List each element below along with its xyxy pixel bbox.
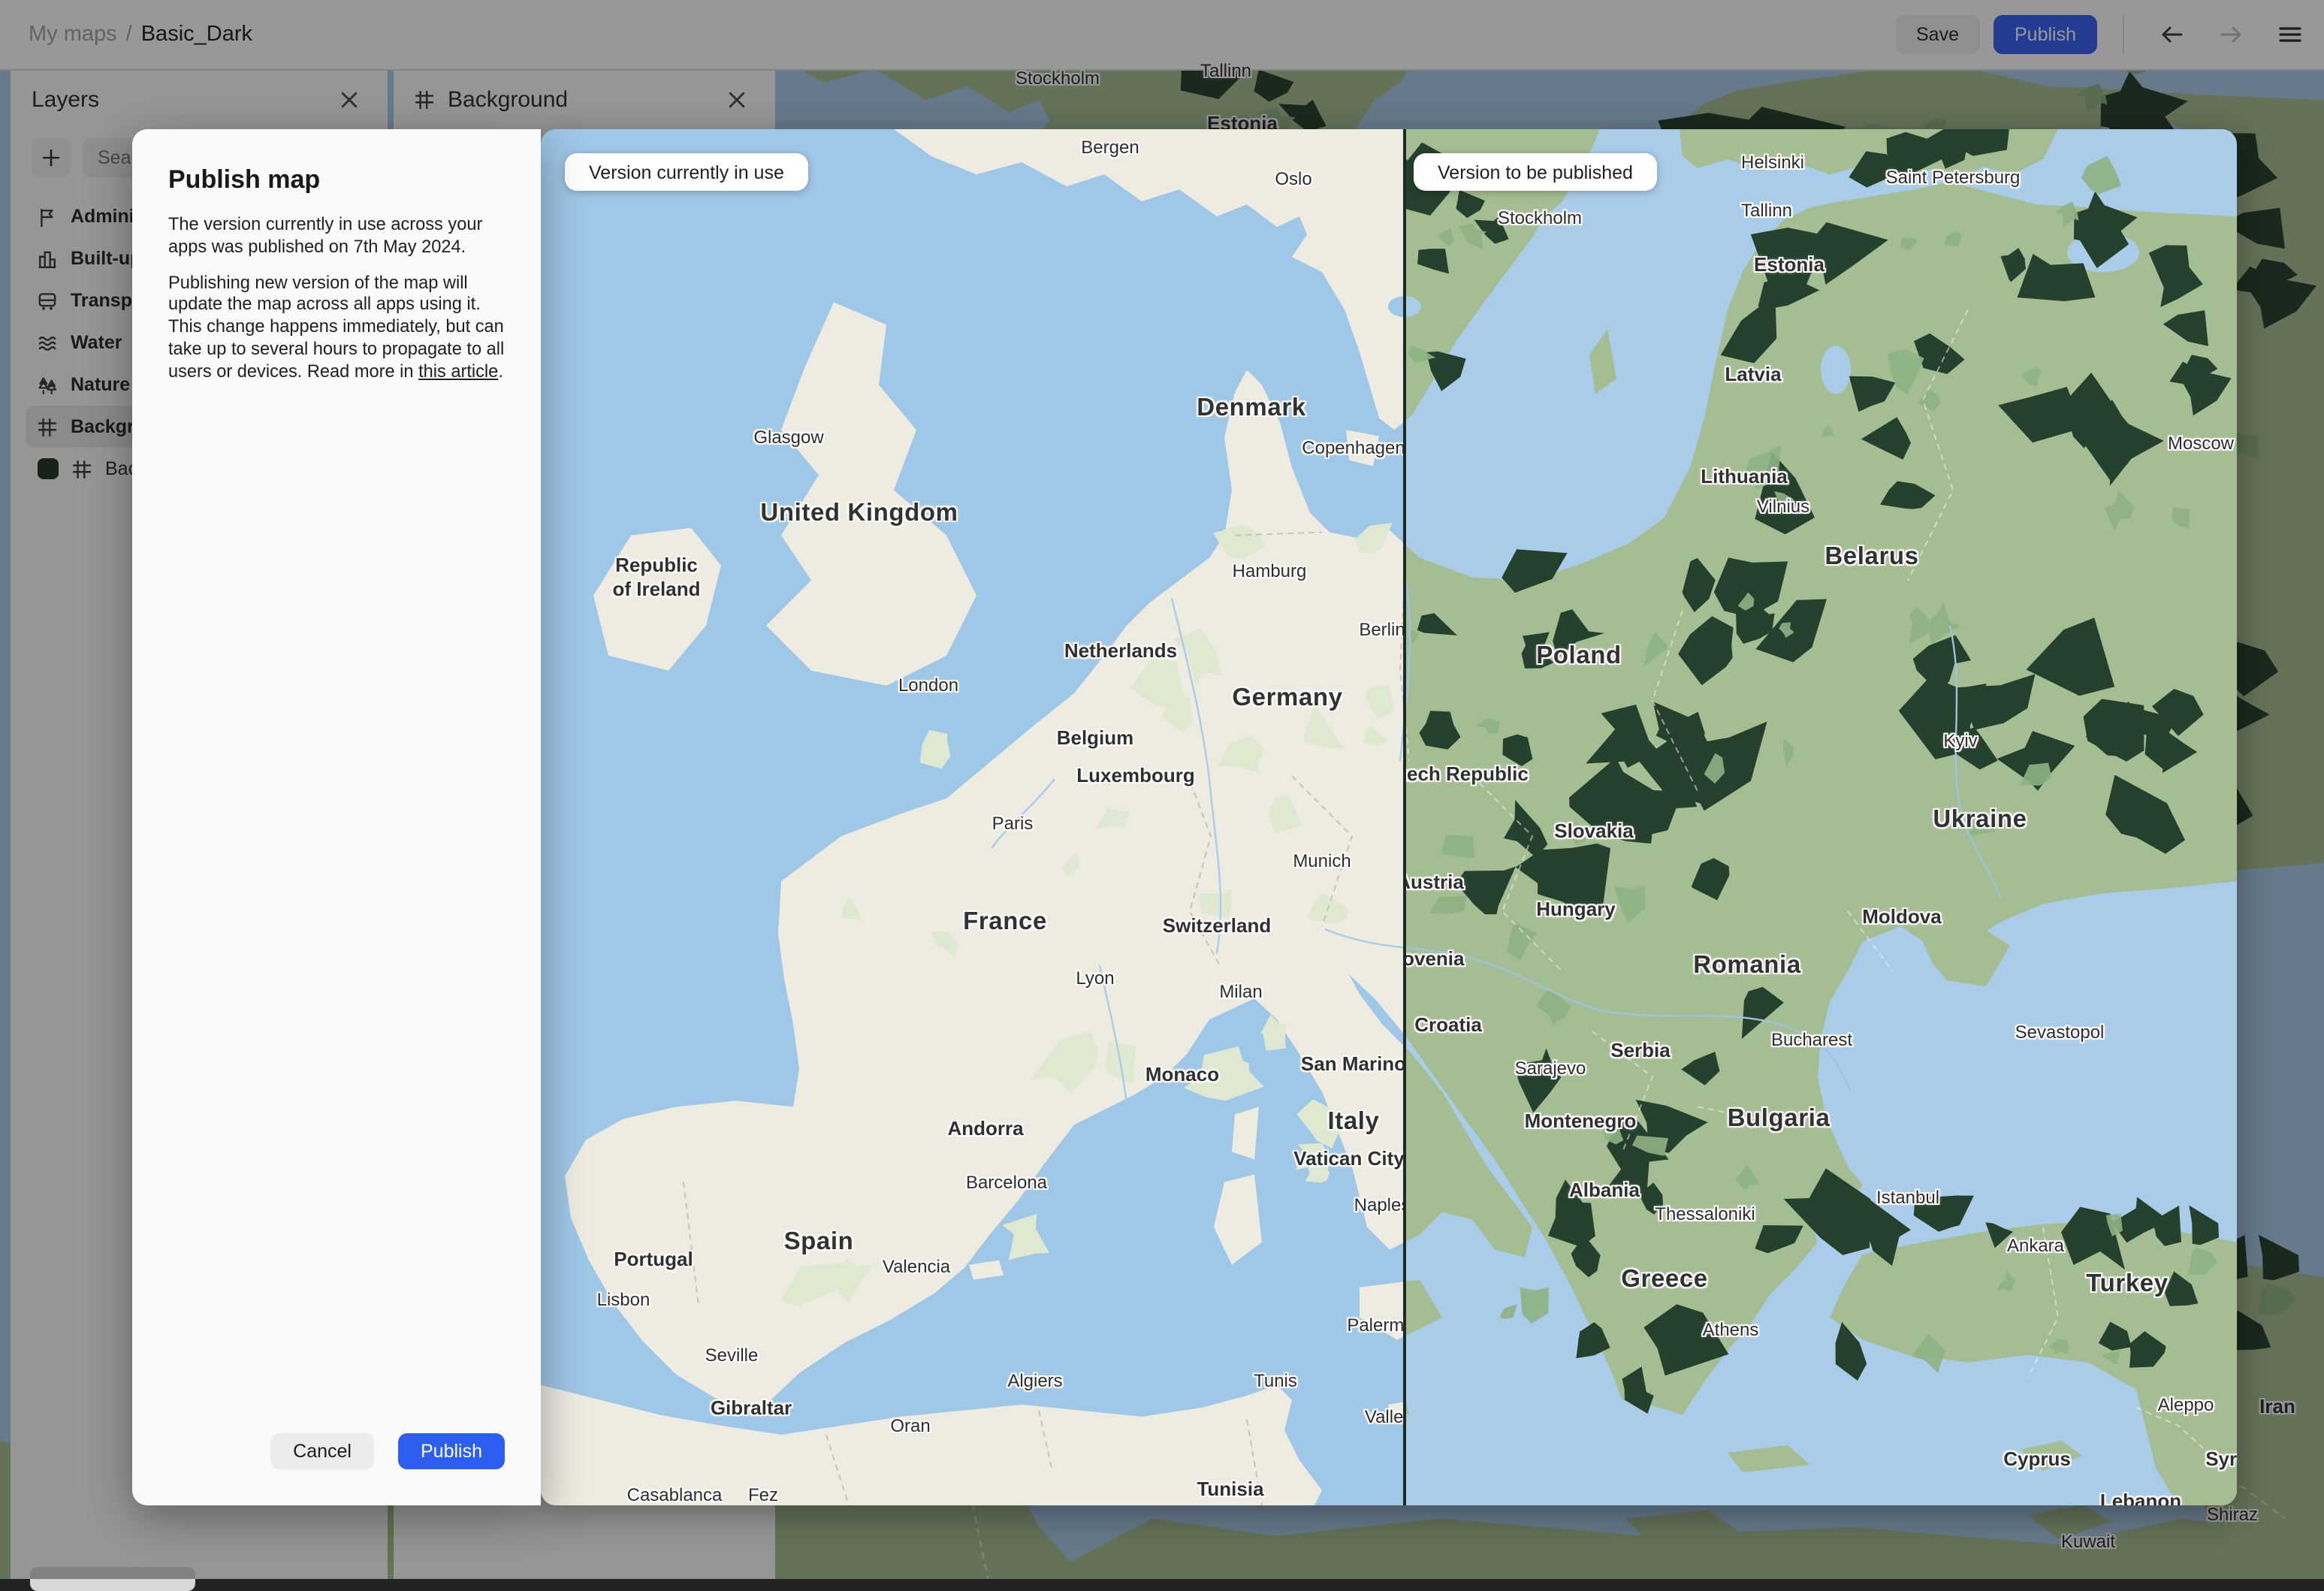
map-label-berlin: Berlin: [1359, 619, 1405, 640]
map-label-latvia: Latvia: [1725, 363, 1782, 385]
map-label-cyprus: Cyprus: [2003, 1448, 2071, 1470]
map-label-belgium: Belgium: [1056, 726, 1134, 749]
map-label-albania: Albania: [1569, 1179, 1640, 1201]
map-label-barcelona: Barcelona: [965, 1172, 1048, 1193]
map-label-lithuania: Lithuania: [1701, 465, 1788, 488]
map-label-seville: Seville: [705, 1345, 759, 1366]
map-label-vatican-city: Vatican City: [1293, 1147, 1405, 1170]
map-label-spain: Spain: [783, 1228, 854, 1255]
map-label-portugal: Portugal: [614, 1248, 693, 1270]
dialog-paragraph-2: Publishing new version of the map will u…: [168, 271, 505, 382]
map-label-moldova: Moldova: [1862, 905, 1942, 928]
map-label-moscow: Moscow: [2167, 433, 2235, 454]
map-label-lisbon: Lisbon: [596, 1289, 650, 1310]
map-label-glasgow: Glasgow: [753, 427, 824, 448]
map-label-serbia: Serbia: [1610, 1039, 1671, 1061]
map-label-bulgaria: Bulgaria: [1727, 1105, 1831, 1132]
map-label-andorra: Andorra: [947, 1117, 1024, 1140]
app-window: Stockholm Tallinn Estonia Iran Shiraz Kuwait …: [0, 0, 2324, 1591]
map-current-version: Bergen Oslo Glasgow United Kingdom Republic o…: [541, 129, 1405, 1505]
map-label-algiers: Algiers: [1007, 1370, 1063, 1391]
map-label-saint-petersburg: Saint Petersburg: [1885, 167, 2021, 188]
compare-divider: [1403, 129, 1406, 1505]
map-label-helsinki: Helsinki: [1740, 152, 1805, 173]
map-label-united-kingdom: United Kingdom: [760, 500, 958, 527]
map-label-valencia: Valencia: [882, 1256, 951, 1277]
map-label-tallinn: Tallinn: [1740, 200, 1793, 221]
map-label-tunis: Tunis: [1254, 1370, 1297, 1391]
map-label-munich: Munich: [1293, 850, 1351, 871]
new-version-badge: Version to be published: [1414, 153, 1657, 191]
map-label-copenhagen: Copenhagen: [1302, 437, 1405, 458]
map-label-oran: Oran: [890, 1415, 931, 1436]
map-label-croatia: Croatia: [1414, 1013, 1482, 1036]
version-compare-panel: Bergen Oslo Glasgow United Kingdom Republic o…: [541, 129, 2237, 1505]
publish-dialog: Publish map The version currently in use…: [132, 129, 541, 1505]
map-label-bucharest: Bucharest: [1770, 1029, 1853, 1050]
map-label-republic: Republic: [615, 554, 698, 576]
map-label-milan: Milan: [1219, 981, 1263, 1002]
map-label-hungary: Hungary: [1536, 898, 1616, 920]
map-label-lyon: Lyon: [1076, 968, 1115, 989]
map-label-italy: Italy: [1327, 1108, 1380, 1135]
this-article-link[interactable]: this article: [418, 361, 498, 382]
map-label-gibraltar: Gibraltar: [710, 1396, 792, 1419]
dialog-paragraph-1: The version currently in use across your…: [168, 213, 483, 257]
dialog-footer: Cancel Publish: [270, 1433, 505, 1469]
map-label-slovenia: Slovenia: [1405, 947, 1465, 970]
map-label-austria: Austria: [1405, 871, 1464, 893]
dialog-title: Publish map: [168, 165, 321, 194]
dialog-body: The version currently in use across your…: [168, 213, 505, 396]
map-label-thessaloniki: Thessaloniki: [1655, 1203, 1755, 1224]
map-label-naples: Naples: [1354, 1194, 1405, 1215]
map-label-hamburg: Hamburg: [1232, 560, 1307, 581]
map-label-casablanca: Casablanca: [626, 1484, 723, 1505]
map-label-istanbul: Istanbul: [1876, 1187, 1940, 1208]
dialog-publish-button[interactable]: Publish: [398, 1433, 505, 1469]
current-version-badge: Version currently in use: [565, 153, 808, 191]
map-label-turkey: Turkey: [2086, 1270, 2169, 1297]
map-label-denmark: Denmark: [1197, 394, 1306, 421]
map-label-oslo: Oslo: [1275, 168, 1312, 189]
map-label-belarus: Belarus: [1824, 543, 1919, 570]
map-label-palermo: Palermo: [1347, 1315, 1405, 1336]
map-label-fez: Fez: [747, 1484, 779, 1505]
map-label-romania: Romania: [1693, 952, 1801, 979]
cancel-button[interactable]: Cancel: [270, 1433, 374, 1469]
map-label-montenegro: Montenegro: [1524, 1109, 1637, 1132]
map-label-sarajevo: Sarajevo: [1514, 1058, 1586, 1079]
map-label-syria: Syria: [2205, 1448, 2237, 1470]
map-label-greece: Greece: [1621, 1266, 1708, 1293]
map-label-ankara: Ankara: [2006, 1235, 2065, 1256]
map-label-lebanon: Lebanon: [2099, 1490, 2182, 1505]
map-label-london: London: [898, 675, 959, 696]
map-label-france: France: [963, 908, 1047, 935]
map-label-aleppo: Aleppo: [2157, 1394, 2214, 1415]
map-label-sevastopol: Sevastopol: [2015, 1022, 2105, 1043]
map-label-netherlands: Netherlands: [1064, 639, 1178, 662]
map-label-switzerland: Switzerland: [1162, 914, 1272, 937]
map-label-valletta: Valletta: [1364, 1406, 1405, 1427]
map-label-ukraine: Ukraine: [1933, 806, 2027, 833]
map-label-estonia: Estonia: [1754, 253, 1824, 276]
map-label-germany: Germany: [1232, 684, 1343, 711]
map-label-monaco: Monaco: [1145, 1063, 1220, 1085]
map-label-vilnius: Vilnius: [1756, 496, 1810, 517]
map-label-athens: Athens: [1702, 1319, 1759, 1340]
map-label-czech-republic: Czech Republic: [1405, 762, 1529, 785]
map-new-version: Helsinki Saint Petersburg Tallinn Stockholm…: [1405, 129, 2237, 1505]
map-label-kyiv: Kyiv: [1943, 730, 1978, 751]
map-label-stockholm: Stockholm: [1497, 207, 1583, 228]
map-label-luxembourg: Luxembourg: [1076, 764, 1195, 786]
map-label-paris: Paris: [991, 813, 1034, 834]
map-label-bergen: Bergen: [1081, 137, 1139, 158]
map-label-of-ireland: of Ireland: [612, 578, 701, 600]
map-label-poland: Poland: [1536, 642, 1622, 669]
map-label-tunisia: Tunisia: [1197, 1478, 1264, 1500]
map-label-san-marino: San Marino: [1300, 1052, 1405, 1075]
map-label-slovakia: Slovakia: [1554, 820, 1634, 842]
